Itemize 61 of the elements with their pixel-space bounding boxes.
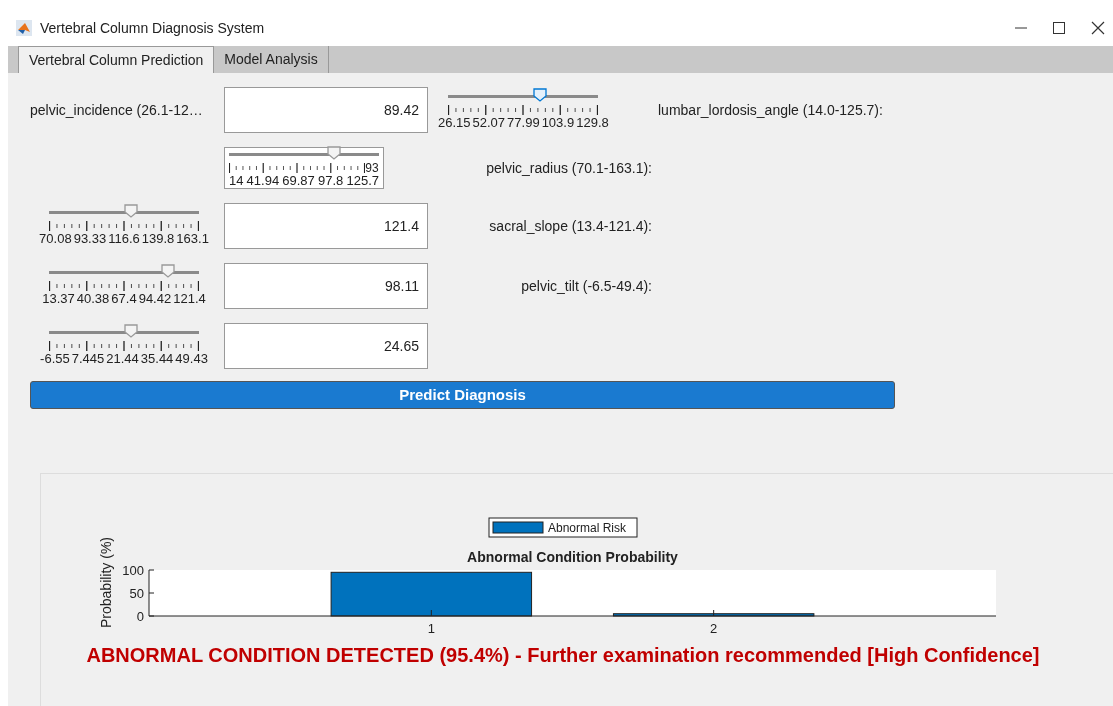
slider[interactable]: 13.37 40.38 67.494.42 121.4 [38,266,210,306]
tick-label: 52.07 [472,116,506,130]
x-tick-label: 1 [427,621,435,636]
slider-thumb[interactable] [327,146,341,160]
slider[interactable]: 93 14 41.94 69.87 97.8 125.7 [224,147,384,189]
tick-label: 21.44 [106,352,139,366]
y-axis-label: Probability (%) [98,536,114,628]
number-field[interactable]: 121.4 [224,203,428,249]
field-label: sacral_slope (13.4-121.4): [489,218,652,234]
field-label: pelvic_radius (70.1-163.1): [486,160,652,176]
y-axis [148,569,155,617]
slider[interactable]: 70.08 93.33 116.6 139.8 163.1 [35,206,213,246]
tick-label: 26.15 [438,116,471,130]
tab[interactable]: Vertebral Column Prediction [18,46,215,73]
y-tick-label: 0 [136,609,144,624]
number-field[interactable]: 24.65 [224,323,428,369]
tick-label: 41.94 [246,174,280,188]
y-tick-label: 50 [129,586,144,601]
diagnosis-message: ABNORMAL CONDITION DETECTED (95.4%) - Further examination recommended [High Confidence] [86,643,1040,668]
slider[interactable]: -6.55 7.445 21.4435.4449.43 [36,326,212,366]
tick-label: -6.55 [40,352,70,366]
maximize-icon[interactable] [1053,22,1065,34]
tick-label: 13.37 [42,292,75,306]
slider[interactable]: 26.15 52.0777.99 103.9 129.8 [434,90,613,130]
tick-label: 7.445 [71,352,105,366]
tick-label: 163.1 [176,232,209,246]
slider-value-text: 93 [365,162,379,174]
tick-label: 77.99 [507,116,540,130]
tick-label: 129.8 [576,116,609,130]
window-title: Vertebral Column Diagnosis System [40,18,265,38]
tick-label: 125.7 [346,174,379,188]
slider-thumb[interactable] [160,264,175,278]
x-tick-label: 2 [710,621,718,636]
tick-label: 67.4 [111,292,137,306]
close-icon[interactable] [1091,21,1105,35]
tick-label: 49.43 [175,352,208,366]
tick-label: 14 [229,174,244,188]
slider-thumb[interactable] [532,88,547,102]
tick-label: 69.87 [282,174,315,188]
chart-title: Abnormal Condition Probability [467,549,678,565]
field-label: pelvic_incidence (26.1-12… [30,100,204,120]
tick-label: 139.8 [141,232,175,246]
app-logo-icon [16,20,32,36]
tick-label: 35.44 [140,352,174,366]
tick-label: 40.38 [76,292,110,306]
number-field[interactable]: 89.42 [224,87,428,133]
number-field[interactable]: 98.11 [224,263,428,309]
tick-label: 97.8 [318,174,344,188]
tick-label: 94.42 [138,292,172,306]
tick-label: 116.6 [108,232,140,246]
slider-thumb[interactable] [124,204,139,218]
predict-button[interactable]: Predict Diagnosis [30,381,895,409]
tick-label: 103.9 [541,116,575,130]
field-label: lumbar_lordosis_angle (14.0-125.7): [658,100,884,120]
y-tick-label: 100 [122,563,144,578]
legend-label: Abnormal Risk [548,521,627,535]
tick-label: 121.4 [173,292,206,306]
field-label: pelvic_tilt (-6.5-49.4): [521,278,652,294]
tick-label: 93.33 [73,232,107,246]
slider-thumb[interactable] [124,324,139,338]
tick-label: 70.08 [39,232,72,246]
